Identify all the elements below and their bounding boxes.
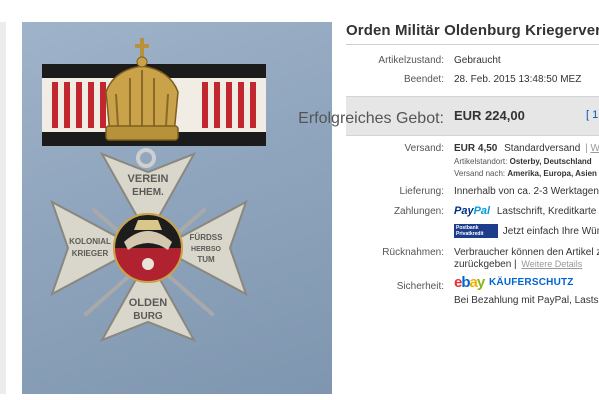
security-text: Bei Bezahlung mit PayPal, Lastsc [454,295,599,306]
postbank-logo: Postbank Privatkredit [454,224,498,238]
delivery-label: Lieferung: [399,186,444,197]
postbank-offer[interactable]: Postbank Privatkredit Jetzt einfach Ihre … [454,224,599,238]
right-arm-text-3: TUM [197,255,215,264]
winning-bid-box: Erfolgreiches Gebot: EUR 224,00 [ 1 [298,96,599,136]
ended-value: 28. Feb. 2015 13:48:50 MEZ [454,74,582,85]
returns-line-2: zurückgeben | Weitere Details [454,259,583,270]
buyer-protection-logo[interactable]: ebay KÄUFERSCHUTZ [454,274,574,291]
shipping-method: Standardversand [504,143,581,154]
ships-to: Versand nach: Amerika, Europa, Asien [454,169,597,178]
bid-count-link[interactable]: [ 1 [586,109,598,121]
postbank-text: Jetzt einfach Ihre Wüns [502,225,599,237]
shipping-details: EUR 4,50 Standardversand | Weite [454,142,599,155]
delivery-value: Innerhalb von ca. 2-3 Werktagen n [454,186,599,197]
thumbnail-edge [0,22,6,394]
left-arm-text-1: KOLONIAL [69,237,111,246]
buyer-protection-text: KÄUFERSCHUTZ [488,277,574,288]
gold-crown [105,38,179,141]
medal-illustration: VEREIN EHEM. KOLONIAL KRIEGER FÜRDSS HER… [42,38,266,342]
suspension-ring [136,148,156,168]
bid-price: EUR 224,00 [454,108,525,123]
right-arm-text-1: FÜRDSS [190,233,224,242]
payment-methods: Lastschrift, Kreditkarte [496,206,597,217]
left-arm-text-2: KRIEGER [72,249,109,258]
shipping-label: Versand: [404,143,444,154]
center-medallion [113,213,183,283]
item-image-panel: VEREIN EHEM. KOLONIAL KRIEGER FÜRDSS HER… [0,0,332,400]
bid-label: Erfolgreiches Gebot: [298,110,444,127]
returns-label: Rücknahmen: [382,247,444,258]
shipping-more-link[interactable]: Weite [590,143,599,154]
listing-title: Orden Militär Oldenburg Kriegerverein K [346,22,599,39]
ebay-logo: ebay [454,274,485,291]
top-arm-text-1: VEREIN [128,173,169,185]
condition-value: Gebraucht [454,55,501,66]
bottom-arm-text-1: OLDEN [129,297,168,309]
shipping-price: EUR 4,50 [454,143,498,154]
returns-details-link[interactable]: Weitere Details [521,259,582,269]
title-divider [346,44,599,45]
item-photo[interactable]: VEREIN EHEM. KOLONIAL KRIEGER FÜRDSS HER… [22,22,332,394]
security-label: Sicherheit: [396,281,444,292]
bottom-arm-text-2: BURG [133,311,163,322]
condition-label: Artikelzustand: [378,55,444,66]
paypal-logo: PayPal [454,205,491,217]
payment-methods-row: PayPal Lastschrift, Kreditkarte [454,205,596,218]
right-arm-text-2: HERBSO [191,246,222,253]
payment-label: Zahlungen: [393,206,444,217]
top-arm-text-2: EHEM. [132,187,164,198]
ended-label: Beendet: [403,74,444,85]
